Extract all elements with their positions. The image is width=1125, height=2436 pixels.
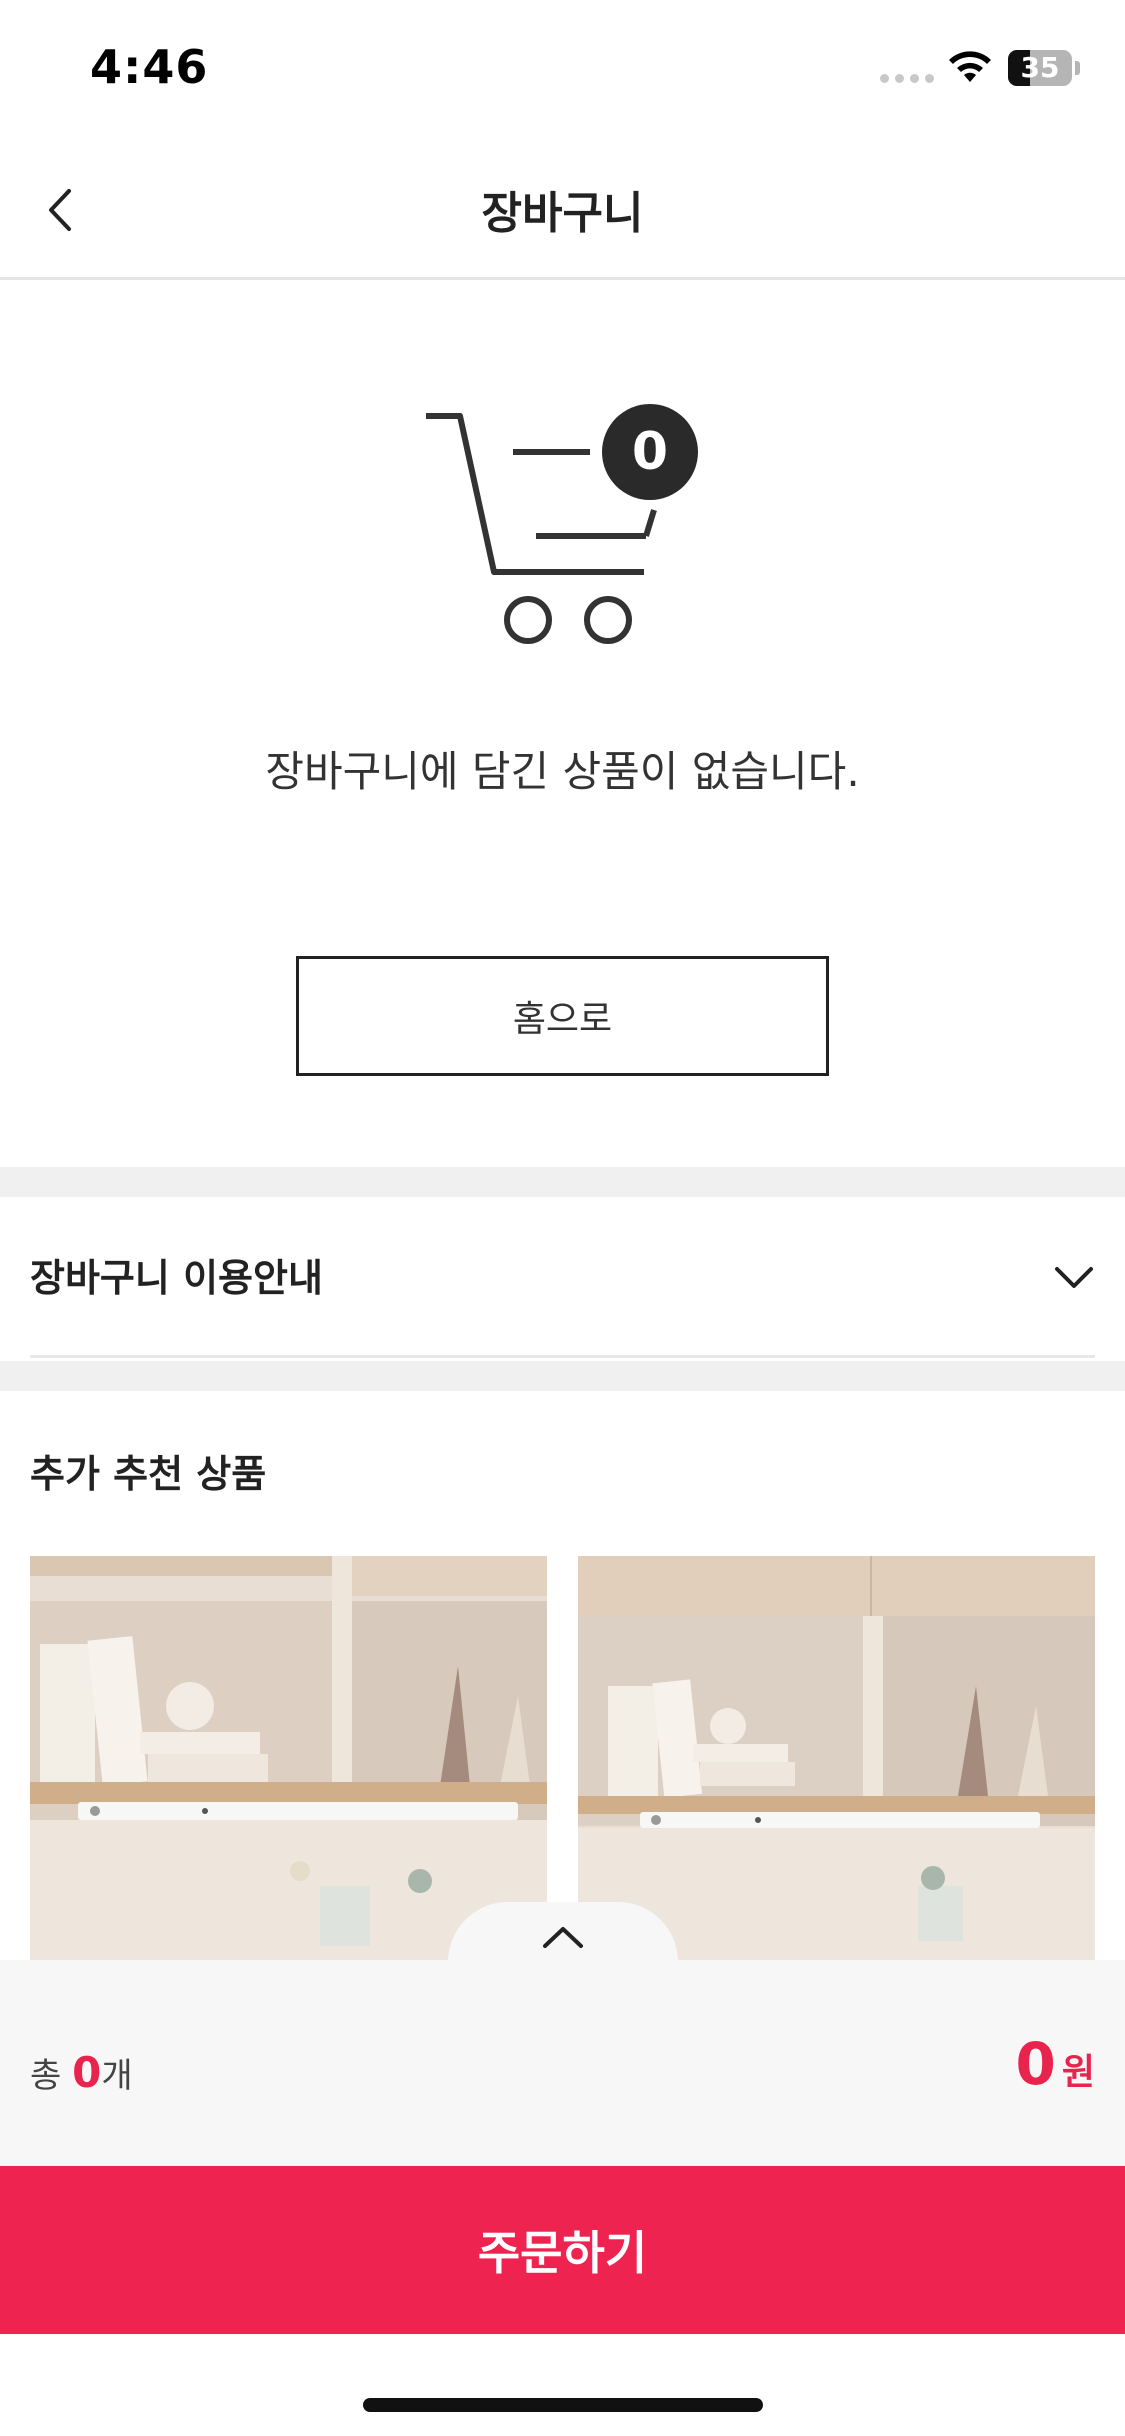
- total-count-suffix: 개: [101, 2056, 133, 2096]
- total-price-value: 0: [1015, 2030, 1056, 2098]
- section-divider: [0, 1167, 1125, 1197]
- recommended-title: 추가 추천 상품: [30, 1452, 267, 1496]
- page-title: 장바구니: [481, 188, 644, 239]
- product-image: [578, 1556, 1095, 1960]
- recommended-product-card[interactable]: [578, 1556, 1095, 1960]
- total-item-count: 총 0개: [30, 2048, 133, 2097]
- cart-guide-accordion[interactable]: 장바구니 이용안내: [0, 1197, 1125, 1357]
- total-count-value: 0: [72, 2048, 102, 2097]
- product-image: [30, 1556, 547, 1960]
- chevron-down-icon: [1055, 1267, 1093, 1288]
- section-divider: [0, 1361, 1125, 1391]
- total-count-prefix: 총: [30, 2056, 62, 2096]
- status-time: 4:46: [90, 40, 209, 94]
- chevron-up-icon: [543, 1927, 583, 1948]
- guide-divider: [30, 1355, 1095, 1358]
- recommended-product-card[interactable]: [30, 1556, 547, 1960]
- home-indicator: [363, 2398, 763, 2412]
- empty-cart-illustration: 0: [418, 400, 708, 650]
- cart-count-badge: 0: [631, 422, 669, 482]
- app-header: 장바구니: [0, 135, 1125, 280]
- battery-tip: [1075, 61, 1080, 75]
- battery-icon: 35: [1008, 50, 1072, 86]
- currency-label: 원: [1061, 2052, 1095, 2093]
- total-price: 0원: [1016, 2030, 1095, 2098]
- signal-icon: [880, 74, 934, 83]
- battery-level: 35: [1020, 51, 1060, 84]
- order-summary-panel: 총 0개 0원: [0, 1960, 1125, 2166]
- order-button[interactable]: 주문하기: [0, 2166, 1125, 2334]
- empty-cart-message: 장바구니에 담긴 상품이 없습니다.: [265, 747, 860, 796]
- status-bar: 4:46 35: [0, 0, 1125, 135]
- wifi-icon: [949, 51, 991, 82]
- go-home-button[interactable]: 홈으로: [296, 956, 829, 1076]
- cart-guide-title: 장바구니 이용안내: [30, 1256, 323, 1300]
